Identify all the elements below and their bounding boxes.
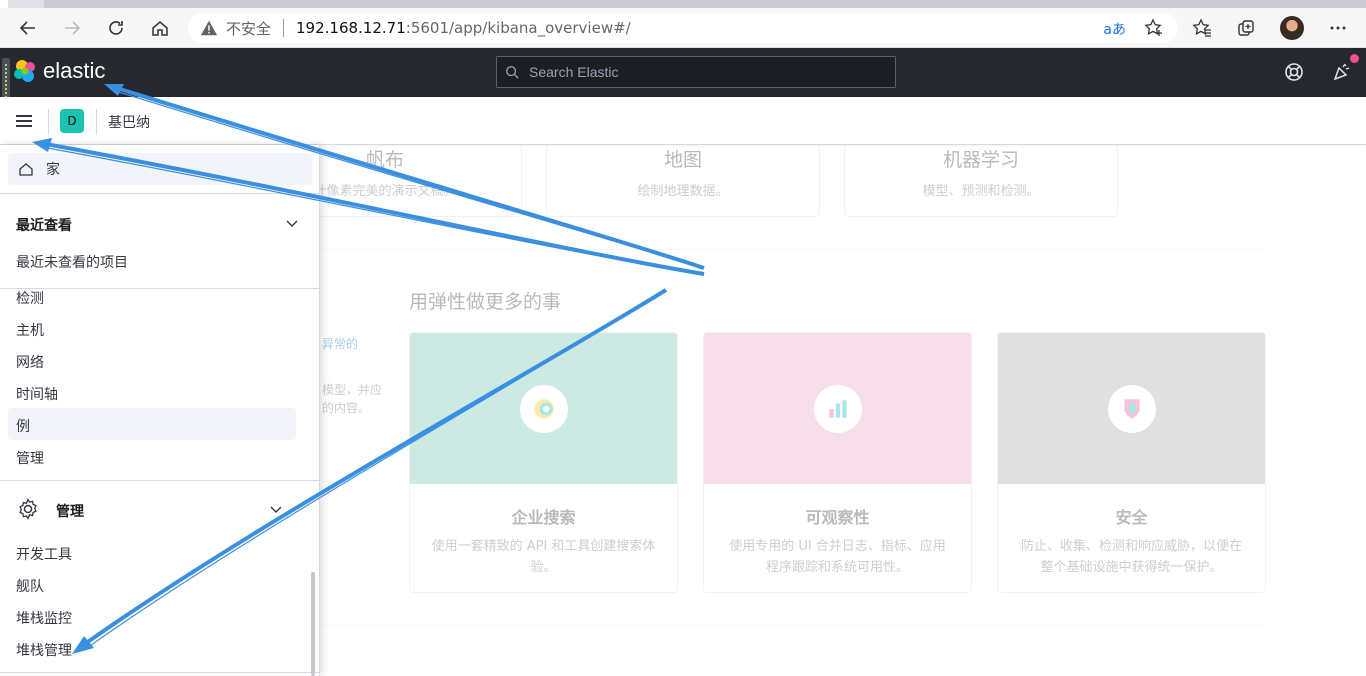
crumb-divider: [96, 109, 97, 135]
browser-tab[interactable]: [44, 0, 1366, 8]
browser-tabstrip: [0, 0, 1366, 8]
nav-item-network[interactable]: 网络: [16, 352, 44, 372]
address-separator: [283, 19, 285, 37]
url-host: 192.168.12.71: [296, 19, 406, 37]
chevron-down-icon[interactable]: [269, 502, 283, 516]
profile-avatar[interactable]: [1280, 16, 1304, 40]
app-card-maps[interactable]: 地图 绘制地理数据。: [546, 145, 820, 217]
nav-item-stack-management[interactable]: 堆栈管理: [16, 640, 72, 660]
nav-item-administration[interactable]: 管理: [16, 448, 44, 468]
nav-item-dev-tools[interactable]: 开发工具: [16, 544, 72, 564]
add-favorite-icon[interactable]: [1144, 18, 1164, 38]
solution-title: 企业搜索: [511, 508, 576, 527]
section-divider: [248, 249, 1266, 250]
insecure-label: 不安全: [226, 19, 272, 38]
nav-divider: [0, 672, 319, 673]
solution-card-observability[interactable]: 可观察性 使用专用的 UI 合并日志、指标、应用程序跟踪和系统可用性。: [703, 332, 972, 593]
recent-group-title[interactable]: 最近查看: [16, 215, 72, 235]
logo-text: elastic: [43, 58, 106, 83]
news-feed-icon[interactable]: [1332, 62, 1352, 82]
solution-banner: [704, 333, 971, 484]
nav-item-stack-monitoring[interactable]: 堆栈监控: [16, 608, 72, 628]
solution-desc: 使用一套精致的 API 和工具创建搜索体验。: [431, 539, 656, 575]
url-path: :5601/app/kibana_overview#/: [405, 19, 631, 37]
app-card-title: 机器学习: [942, 149, 1019, 171]
management-group-title[interactable]: 管理: [56, 501, 84, 521]
kibana-header: elastic: [0, 48, 1366, 97]
side-navigation: 家 最近查看 最近未查看的项目 检测 主机 网络 时间轴 例 管理 管理 开发工…: [0, 145, 320, 676]
crumb-divider: [48, 109, 49, 135]
solution-title: 可观察性: [805, 508, 870, 527]
solution-banner: [410, 333, 677, 484]
more-icon[interactable]: [1326, 16, 1350, 40]
translate-icon[interactable]: aあ: [1103, 19, 1126, 39]
nav-home-label: 家: [46, 162, 60, 178]
nav-item-timelines[interactable]: 时间轴: [16, 384, 58, 404]
global-search[interactable]: [496, 56, 896, 88]
help-icon[interactable]: [1284, 62, 1304, 82]
chevron-down-icon[interactable]: [285, 216, 299, 230]
home-icon: [19, 163, 33, 176]
breadcrumb-bar: D 基巴纳: [0, 97, 1366, 145]
nav-item-cases[interactable]: 例: [16, 416, 30, 436]
elastic-logo[interactable]: elastic: [13, 58, 105, 84]
solution-desc: 使用专用的 UI 合并日志、指标、应用程序跟踪和系统可用性。: [729, 539, 946, 575]
observability-icon: [814, 385, 862, 433]
nav-item-detections[interactable]: 检测: [16, 288, 44, 308]
side-link-fragment[interactable]: 异常的: [322, 335, 358, 352]
nav-divider: [0, 288, 319, 289]
space-avatar[interactable]: D: [60, 109, 84, 133]
app-card-title: 地图: [663, 149, 702, 171]
solution-title: 安全: [1115, 508, 1148, 527]
collections-icon[interactable]: [1234, 16, 1258, 40]
nav-home-item[interactable]: 家: [8, 153, 312, 185]
section-title: 用弹性做更多的事: [409, 291, 562, 313]
recent-empty-text: 最近未查看的项目: [16, 255, 128, 271]
section-divider: [248, 625, 1266, 626]
back-icon[interactable]: [16, 16, 40, 40]
search-icon: [506, 66, 519, 79]
browser-tab-edge: [0, 0, 8, 8]
nav-scrollbar[interactable]: [311, 572, 315, 676]
nav-divider: [0, 480, 319, 481]
gear-icon: [19, 498, 37, 520]
warning-icon: [200, 20, 218, 36]
nav-divider: [0, 193, 319, 194]
nav-item-highlight: [8, 408, 296, 440]
elastic-logo-icon: [13, 59, 37, 83]
menu-toggle-button[interactable]: [12, 109, 36, 133]
hamburger-icon: [16, 115, 32, 117]
side-text-fragment: 模型，并应: [322, 383, 383, 397]
app-card-desc: 模型、预测和检测。: [922, 184, 1040, 199]
browser-toolbar: 不安全 192.168.12.71:5601/app/kibana_overvi…: [0, 8, 1366, 48]
solution-card-security[interactable]: 安全 防止、收集、检测和响应威胁，以便在整个基础设施中获得统一保护。: [997, 332, 1266, 593]
breadcrumb-current: 基巴纳: [108, 115, 150, 131]
enterprise-search-icon: [520, 385, 568, 433]
address-bar[interactable]: 不安全 192.168.12.71:5601/app/kibana_overvi…: [188, 13, 1178, 43]
forward-icon[interactable]: [60, 16, 84, 40]
solution-banner: [998, 333, 1265, 484]
app-card-ml[interactable]: 机器学习 模型、预测和检测。: [844, 145, 1118, 217]
side-text-fragment: 的内容。: [322, 401, 371, 415]
app-card-desc: 绘制地理数据。: [637, 184, 729, 199]
reload-icon[interactable]: [104, 16, 128, 40]
search-input[interactable]: [529, 64, 889, 80]
solution-card-enterprise-search[interactable]: 企业搜索 使用一套精致的 API 和工具创建搜索体验。: [409, 332, 678, 593]
solution-desc: 防止、收集、检测和响应威胁，以便在整个基础设施中获得统一保护。: [1020, 539, 1242, 575]
nav-item-fleet[interactable]: 舰队: [16, 576, 44, 596]
security-icon: [1108, 385, 1156, 433]
favorites-icon[interactable]: [1190, 16, 1214, 40]
notification-badge: [1350, 54, 1359, 63]
nav-item-hosts[interactable]: 主机: [16, 320, 44, 340]
home-icon[interactable]: [148, 16, 172, 40]
